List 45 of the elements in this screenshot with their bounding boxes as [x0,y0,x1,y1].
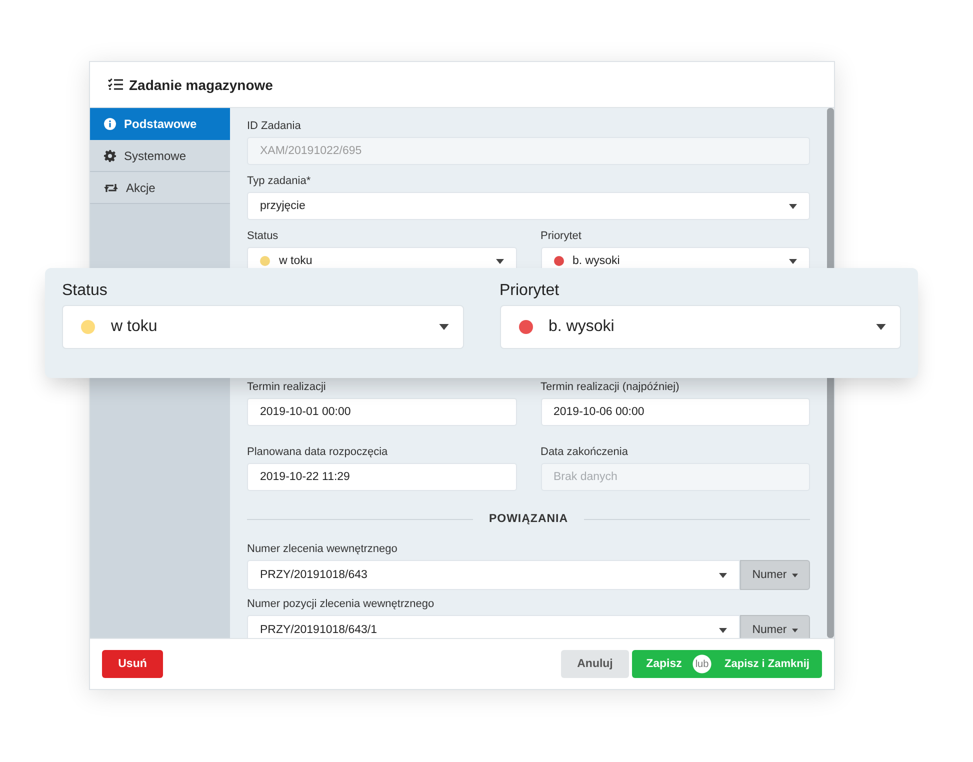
select-field[interactable]: przyjęcie [247,192,810,220]
or-badge: lub [692,650,712,678]
field-label: Priorytet [540,229,582,244]
info-icon [104,118,116,130]
sidebar-item[interactable]: Akcje [90,172,230,204]
input-field[interactable]: 2019-10-01 00:00 [247,398,516,426]
input-field[interactable]: 2019-10-22 11:29 [247,463,516,491]
caret-icon [876,324,886,330]
caret-icon [719,572,727,578]
field-label: Termin realizacji [247,380,327,395]
caret-icon [792,628,798,632]
cancel-button[interactable]: Anuluj [561,650,629,678]
field-label: Numer pozycji zlecenia wewnętrznego [247,597,436,612]
numer-button[interactable]: Numer [740,615,810,638]
select-field[interactable]: w toku [62,305,464,349]
field-label: ID Zadania [247,119,302,134]
field-label: Planowana data rozpoczęcia [247,445,389,460]
caret-icon [792,572,798,578]
field-label: Termin realizacji (najpóźniej) [540,380,680,395]
field-label: Status [62,281,108,301]
caret-icon [496,258,504,264]
sidebar-item[interactable]: Systemowe [90,140,230,172]
readonly-field: XAM/20191022/695 [247,137,810,165]
select-field[interactable]: b. wysoki [500,305,901,349]
repeat-icon [104,182,118,192]
window-title: Zadanie magazynowe [129,76,273,92]
readonly-field: Brak danych [540,463,810,491]
caret-icon [789,258,797,264]
field-label: Data zakończenia [540,445,629,460]
input-field[interactable]: 2019-10-06 00:00 [540,398,810,426]
gear-icon [104,150,116,162]
sidebar-item[interactable]: Podstawowe [90,108,230,140]
checklist-icon [108,78,123,91]
select-field[interactable]: PRZY/20191018/643/1 [247,615,740,638]
delete-button[interactable]: Usuń [102,650,163,678]
field-label: Priorytet [500,281,560,301]
field-label: Status [247,229,280,244]
caret-icon [719,628,727,632]
field-label: Typ zadania* [247,174,312,189]
select-field[interactable]: PRZY/20191018/643 [247,560,740,590]
caret-icon [438,324,448,330]
field-label: Numer zlecenia wewnętrznego [247,542,398,557]
numer-button[interactable]: Numer [740,560,810,590]
section-heading: POWIĄZANIA [488,513,568,525]
caret-icon [789,204,797,208]
